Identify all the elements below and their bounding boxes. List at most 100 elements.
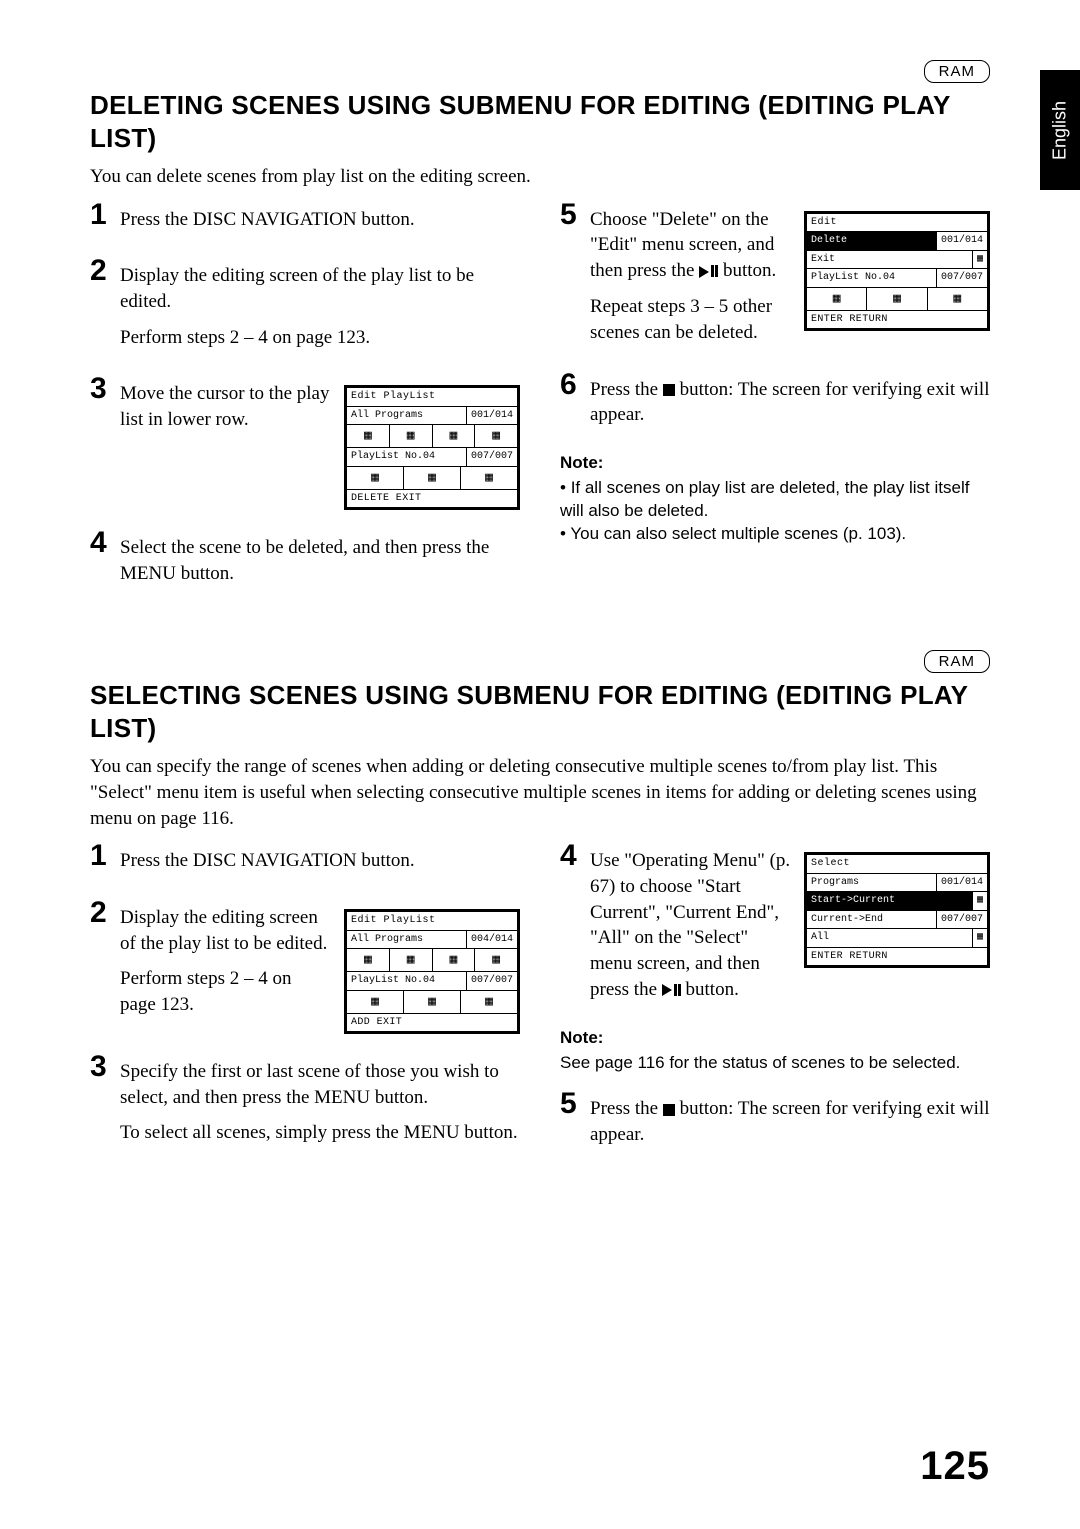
ram-badge: RAM — [924, 60, 990, 83]
step-text: Specify the first or last scene of those… — [120, 1059, 520, 1110]
thumbnail-icon: ▦ — [390, 425, 433, 447]
play-pause-icon — [699, 259, 718, 285]
play-pause-icon — [662, 977, 681, 1003]
diagram-title: Select — [807, 855, 987, 873]
diagram-menu-start-current: Start->Current — [807, 892, 972, 910]
screen-diagram-select-menu: Select Programs 001/014 Start->Current ▦… — [804, 852, 990, 968]
thumbnail-icon: ▦ — [433, 425, 476, 447]
diagram-playlist-count: 007/007 — [466, 972, 517, 990]
stop-icon — [663, 1104, 675, 1116]
step-subtext: To select all scenes, simply press the M… — [120, 1120, 520, 1146]
section-title: DELETING SCENES USING SUBMENU FOR EDITIN… — [90, 89, 990, 154]
step-text: Press the DISC NAVIGATION button. — [120, 848, 415, 874]
diagram-title: Edit PlayList — [347, 388, 517, 406]
page-number: 125 — [920, 1444, 990, 1489]
thumbnail-icon: ▦ — [347, 949, 390, 971]
section-title: SELECTING SCENES USING SUBMENU FOR EDITI… — [90, 679, 990, 744]
diagram-footer: ADD EXIT — [347, 1013, 517, 1032]
step-3: 3 Specify the first or last scene of tho… — [90, 1052, 520, 1156]
left-column: 1 Press the DISC NAVIGATION button. 2 Di… — [90, 841, 520, 1170]
thumbnail-icon: ▦ — [972, 929, 987, 947]
diagram-programs-count: 004/014 — [466, 931, 517, 949]
screen-diagram-edit-playlist: Edit PlayList All Programs 001/014 ▦ ▦ ▦… — [344, 385, 520, 510]
ram-badge: RAM — [924, 650, 990, 673]
note-body: See page 116 for the status of scenes to… — [560, 1052, 990, 1075]
step-text: Display the editing screen of the play l… — [120, 263, 520, 314]
diagram-footer: ENTER RETURN — [807, 947, 987, 966]
step-text: Display the editing screen of the play l… — [120, 905, 332, 956]
thumbnail-icon: ▦ — [475, 425, 517, 447]
step-text: Press the DISC NAVIGATION button. — [120, 207, 415, 233]
note-block: Note: If all scenes on play list are del… — [560, 452, 990, 546]
step-3: 3 Move the cursor to the play list in lo… — [90, 374, 520, 514]
step-text: Use "Operating Menu" (p. 67) to choose "… — [590, 848, 792, 1003]
diagram-programs-label: All Programs — [347, 931, 466, 949]
diagram-programs-label: Programs — [807, 874, 936, 892]
diagram-menu-all: All — [807, 929, 972, 947]
diagram-playlist-count: 007/007 — [466, 448, 517, 466]
left-column: 1 Press the DISC NAVIGATION button. 2 Di… — [90, 200, 520, 611]
thumbnail-icon: ▦ — [972, 251, 987, 269]
step-text: Choose "Delete" on the "Edit" menu scree… — [590, 207, 792, 285]
thumbnail-icon: ▦ — [433, 949, 476, 971]
diagram-menu-delete: Delete — [807, 232, 936, 250]
step-6: 6 Press the button: The screen for verif… — [560, 370, 990, 438]
right-column: 4 Use "Operating Menu" (p. 67) to choose… — [560, 841, 990, 1171]
diagram-menu-current-end: Current->End — [807, 911, 936, 929]
thumbnail-icon: ▦ — [867, 288, 927, 310]
diagram-playlist-label: PlayList No.04 — [807, 269, 936, 287]
diagram-pl-count: 007/007 — [936, 911, 987, 929]
section-selecting-scenes: RAM SELECTING SCENES USING SUBMENU FOR E… — [90, 650, 990, 1171]
diagram-footer: DELETE EXIT — [347, 489, 517, 508]
diagram-playlist-label: PlayList No.04 — [347, 448, 466, 466]
step-4: 4 Use "Operating Menu" (p. 67) to choose… — [560, 841, 990, 1013]
thumbnail-icon: ▦ — [461, 991, 517, 1013]
diagram-footer: ENTER RETURN — [807, 310, 987, 329]
thumbnail-icon: ▦ — [928, 288, 987, 310]
step-text: Select the scene to be deleted, and then… — [120, 535, 520, 586]
thumbnail-icon: ▦ — [404, 991, 461, 1013]
screen-diagram-edit-playlist: Edit PlayList All Programs 004/014 ▦ ▦ ▦… — [344, 909, 520, 1034]
note-item: You can also select multiple scenes (p. … — [560, 523, 990, 546]
diagram-playlist-count: 007/007 — [936, 269, 987, 287]
diagram-count: 001/014 — [936, 232, 987, 250]
step-text: Press the button: The screen for verifyi… — [590, 1096, 990, 1147]
diagram-playlist-label: PlayList No.04 — [347, 972, 466, 990]
thumbnail-icon: ▦ — [972, 892, 987, 910]
note-title: Note: — [560, 1027, 990, 1050]
diagram-programs-count: 001/014 — [936, 874, 987, 892]
step-4: 4 Select the scene to be deleted, and th… — [90, 528, 520, 596]
thumbnail-icon: ▦ — [475, 949, 517, 971]
thumbnail-icon: ▦ — [347, 425, 390, 447]
diagram-programs-label: All Programs — [347, 407, 466, 425]
step-1: 1 Press the DISC NAVIGATION button. — [90, 200, 520, 243]
step-5: 5 Choose "Delete" on the "Edit" menu scr… — [560, 200, 990, 356]
diagram-title: Edit — [807, 214, 987, 232]
step-subtext: Repeat steps 3 – 5 other scenes can be d… — [590, 294, 792, 345]
step-subtext: Perform steps 2 – 4 on page 123. — [120, 325, 520, 351]
screen-diagram-edit-menu: Edit Delete 001/014 Exit ▦ PlayList No.0… — [804, 211, 990, 332]
stop-icon — [663, 384, 675, 396]
step-2: 2 Display the editing screen of the play… — [90, 256, 520, 360]
diagram-title: Edit PlayList — [347, 912, 517, 930]
section-deleting-scenes: RAM DELETING SCENES USING SUBMENU FOR ED… — [90, 60, 990, 610]
diagram-programs-count: 001/014 — [466, 407, 517, 425]
note-item: If all scenes on play list are deleted, … — [560, 477, 990, 523]
section-intro: You can specify the range of scenes when… — [90, 754, 990, 831]
note-title: Note: — [560, 452, 990, 475]
thumbnail-icon: ▦ — [347, 991, 404, 1013]
step-2: 2 Display the editing screen of the play… — [90, 898, 520, 1038]
step-text: Move the cursor to the play list in lowe… — [120, 381, 332, 432]
thumbnail-icon: ▦ — [347, 467, 404, 489]
step-text: Press the button: The screen for verifyi… — [590, 377, 990, 428]
diagram-menu-exit: Exit — [807, 251, 972, 269]
note-block: Note: See page 116 for the status of sce… — [560, 1027, 990, 1075]
section-intro: You can delete scenes from play list on … — [90, 164, 990, 190]
step-subtext: Perform steps 2 – 4 on page 123. — [120, 966, 332, 1017]
right-column: 5 Choose "Delete" on the "Edit" menu scr… — [560, 200, 990, 546]
language-tab: English — [1040, 70, 1080, 190]
step-1: 1 Press the DISC NAVIGATION button. — [90, 841, 520, 884]
document-page: English RAM DELETING SCENES USING SUBMEN… — [0, 0, 1080, 1529]
thumbnail-icon: ▦ — [807, 288, 867, 310]
step-5: 5 Press the button: The screen for verif… — [560, 1089, 990, 1157]
